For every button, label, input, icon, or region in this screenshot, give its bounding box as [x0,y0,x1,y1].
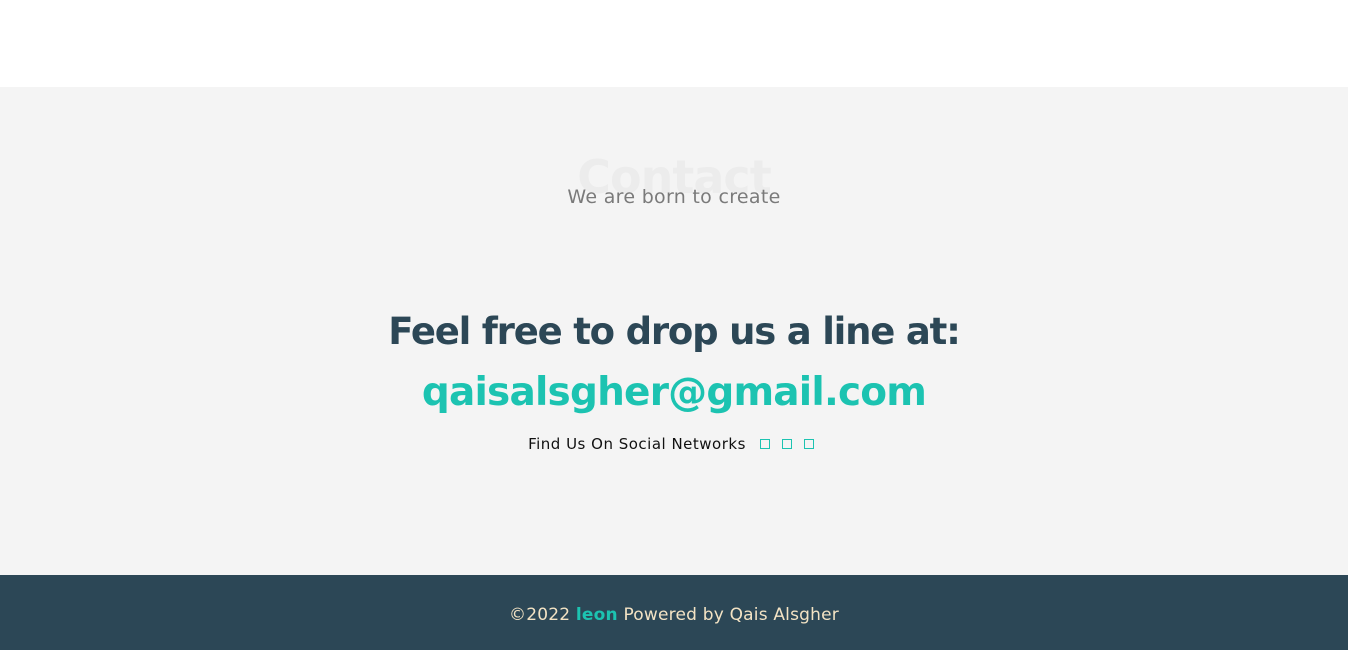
powered-by: Powered by Qais Alsgher [623,605,839,625]
section-heading: Contact We are born to create [0,147,1348,217]
contact-heading: Feel free to drop us a line at: [388,310,961,353]
copyright: ©2022 [509,605,571,625]
social-label: Find Us On Social Networks [528,435,746,453]
twitter-icon[interactable] [776,433,798,455]
footer: ©2022 leon Powered by Qais Alsgher [0,575,1348,650]
instagram-icon[interactable] [798,433,820,455]
footer-text: ©2022 leon Powered by Qais Alsgher [0,603,1348,627]
social-networks-row: Find Us On Social Networks [0,432,1348,456]
section-subtitle: We are born to create [567,186,781,208]
top-blank-area [0,0,1348,87]
email-link[interactable]: qaisalsgher@gmail.com [0,369,1348,417]
facebook-icon[interactable] [754,433,776,455]
brand-link[interactable]: leon [576,605,618,625]
contact-section: Contact We are born to create Feel free … [0,87,1348,575]
